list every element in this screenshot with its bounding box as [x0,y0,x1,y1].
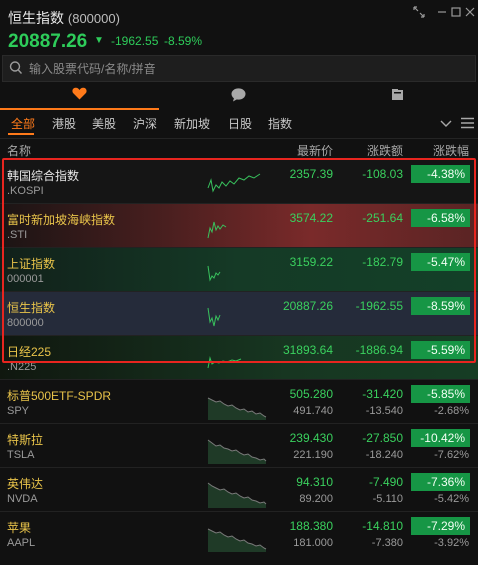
change: -27.850 [362,431,403,445]
current-price: 20887.26 [8,31,88,52]
after-hours-change-pct: -7.62% [434,449,469,461]
tab-shsz[interactable]: 沪深 [133,115,157,132]
after-hours-price: 221.190 [293,449,333,461]
after-hours-change-pct: -5.42% [434,493,469,505]
change-pct-badge: -7.36% [411,473,470,491]
security-name: 特斯拉 [7,433,44,447]
security-code: TSLA [7,449,35,461]
change: -7.490 [368,475,403,489]
table-row[interactable]: 特斯拉 TSLA 239.430 -27.850 -10.42% 221.190… [0,424,478,468]
down-arrow-icon: ▼ [94,35,104,46]
expand-icon[interactable] [410,4,428,22]
security-code: NVDA [7,493,38,505]
index-name: 恒生指数 [8,10,64,26]
search-bar[interactable] [2,55,476,82]
after-hours-change: -5.110 [372,493,403,505]
change: -14.810 [362,519,403,533]
tab-japan[interactable]: 日股 [228,115,252,132]
close-icon[interactable] [461,4,478,22]
price-change-pct: -8.59% [164,34,203,48]
security-code: AAPL [7,537,36,549]
after-hours-price: 491.740 [293,405,333,417]
heart-icon [72,87,87,105]
search-icon [9,60,23,81]
tab-favorites[interactable] [0,84,159,110]
icon-tab-bar [0,84,478,110]
after-hours-price: 89.200 [299,493,333,505]
index-code: (800000) [67,11,120,26]
table-row[interactable]: 苹果 AAPL 188.380 -14.810 -7.29% 181.000 -… [0,512,478,556]
col-change[interactable]: 涨跌额 [367,142,403,159]
sparkline [207,528,267,552]
after-hours-change: -13.540 [365,405,403,417]
change-pct-badge: -5.85% [411,385,470,403]
after-hours-change-pct: -3.92% [434,537,469,549]
tab-index[interactable]: 指数 [268,115,292,132]
security-name: 苹果 [7,521,32,535]
tab-news[interactable] [318,84,478,110]
active-tab-indicator [8,133,34,135]
tab-all[interactable]: 全部 [11,115,35,132]
change-pct-badge: -10.42% [411,429,470,447]
table-row[interactable]: 英伟达 NVDA 94.310 -7.490 -7.36% 89.200 -5.… [0,468,478,512]
change-pct-badge: -7.29% [411,517,470,535]
search-input[interactable] [29,59,429,78]
security-name: 英伟达 [7,477,44,491]
chat-bubble-icon [231,87,246,107]
tab-hk[interactable]: 港股 [52,115,76,132]
last-price: 94.310 [296,475,333,489]
last-price: 505.280 [289,387,333,401]
highlight-box [2,158,476,363]
security-name: 标普500ETF-SPDR [7,389,112,403]
page-title: 恒生指数 (800000) [8,8,120,28]
chevron-down-icon[interactable] [440,116,452,134]
sparkline [207,482,267,508]
security-code: SPY [7,405,30,417]
tab-messages[interactable] [159,84,318,110]
last-price: 188.380 [289,519,333,533]
menu-icon[interactable] [461,116,474,134]
sparkline [207,439,267,464]
after-hours-change: -7.380 [371,537,403,549]
col-name[interactable]: 名称 [7,142,31,159]
table-row[interactable]: 标普500ETF-SPDR SPY 505.280 -31.420 -5.85%… [0,380,478,424]
col-change-pct[interactable]: 涨跌幅 [433,142,469,159]
price-change: -1962.55 [111,34,159,48]
last-price: 239.430 [289,431,333,445]
tab-singapore[interactable]: 新加坡 [174,115,210,132]
after-hours-change-pct: -2.68% [434,405,469,417]
news-icon [392,88,404,106]
column-header: 名称 最新价 涨跌额 涨跌幅 [0,138,478,158]
after-hours-change: -18.240 [365,449,403,461]
col-last-price[interactable]: 最新价 [297,142,333,159]
after-hours-price: 181.000 [293,537,333,549]
sparkline [207,397,267,420]
tab-us[interactable]: 美股 [92,115,116,132]
change: -31.420 [362,387,403,401]
market-tab-bar: 全部 港股 美股 沪深 新加坡 日股 指数 [0,113,478,135]
